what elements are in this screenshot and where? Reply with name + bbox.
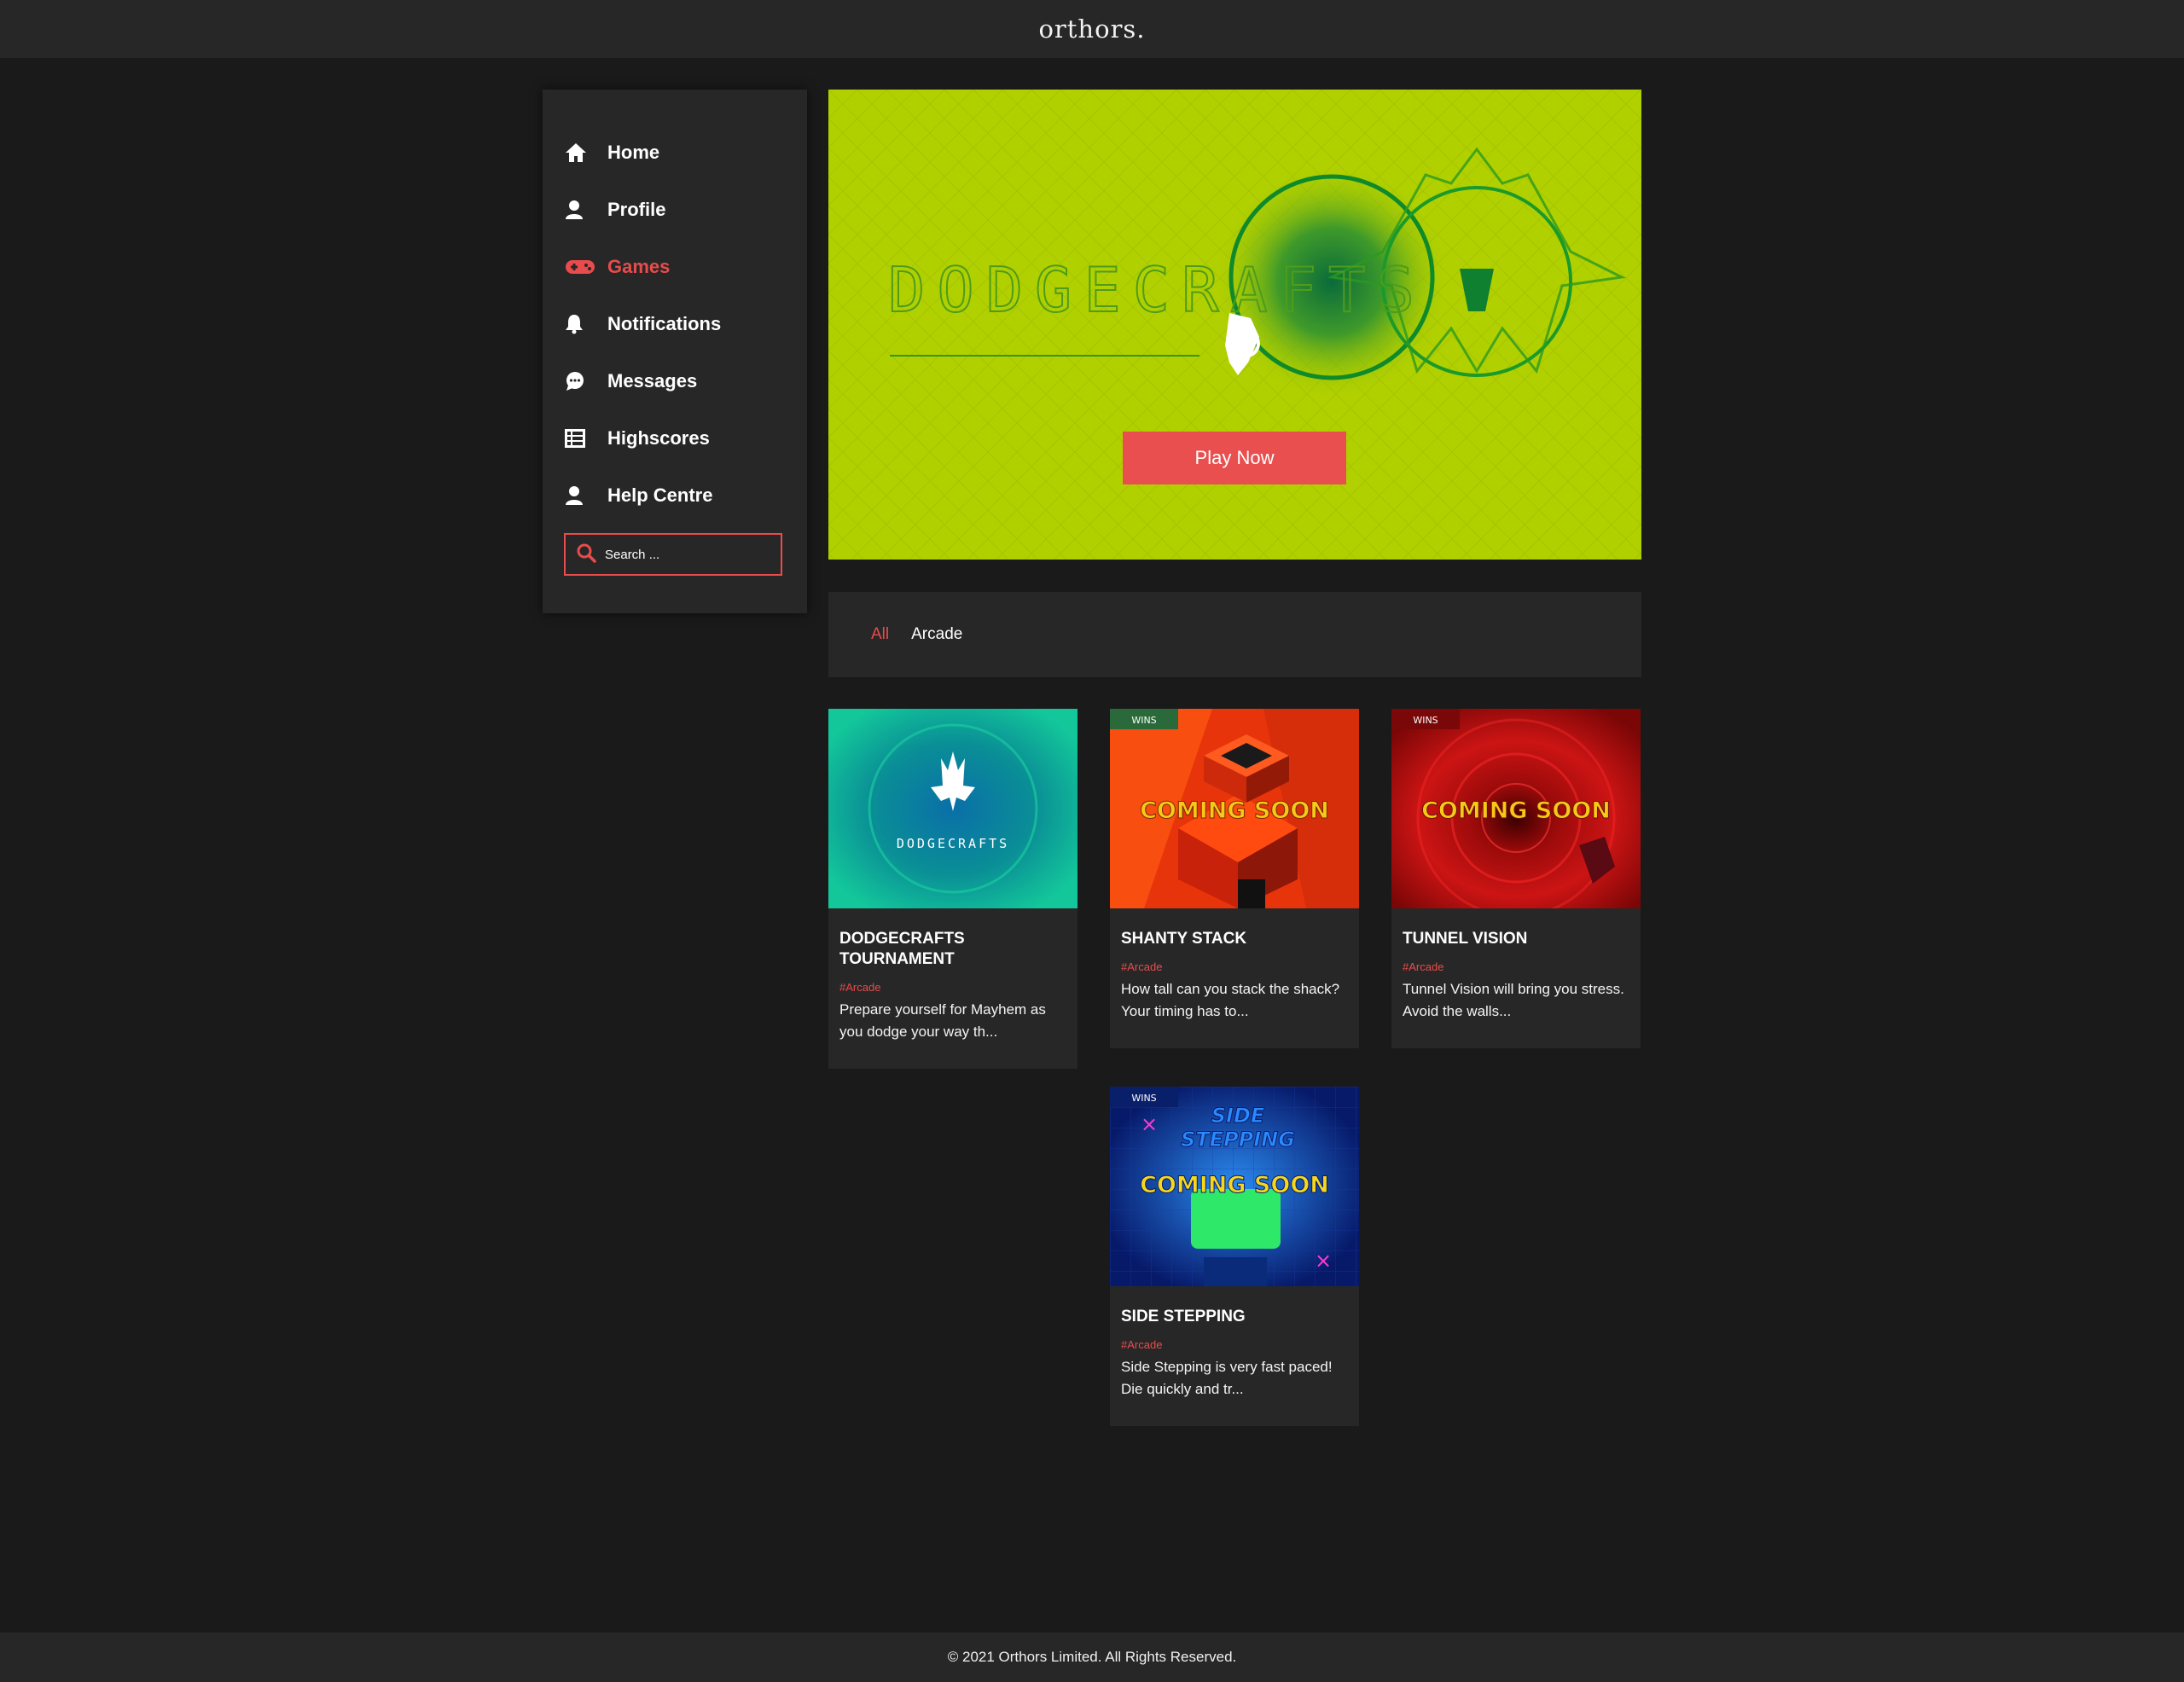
game-card-dodgecrafts[interactable]: DODGECRAFTS DODGECRAFTS TOURNAMENT #Arca…	[828, 709, 1077, 1069]
gamepad-icon	[565, 254, 599, 280]
badge-wins: WINS	[1413, 715, 1438, 726]
sidebar: Home Profile Games Notifications Message…	[543, 90, 807, 613]
sidebar-item-profile[interactable]: Profile	[543, 181, 807, 238]
game-card-tunnel-vision[interactable]: WINS COMING SOON TUNNEL VISION #Arcade T…	[1391, 709, 1641, 1048]
sidebar-item-label: Messages	[607, 369, 698, 392]
game-card-shanty-stack[interactable]: WINS COMING SOON SHANTY STACK #Arcade Ho…	[1110, 709, 1359, 1048]
sidebar-item-label: Home	[607, 141, 660, 163]
game-tag[interactable]: #Arcade	[1121, 960, 1348, 973]
coming-soon-text: COMING SOON	[1140, 798, 1329, 824]
game-thumbnail[interactable]: WINS COMING SOON	[1391, 709, 1641, 908]
sidebar-item-label: Help Centre	[607, 484, 713, 506]
filter-bar: All Arcade	[828, 592, 1641, 677]
game-title[interactable]: SIDE STEPPING	[1121, 1307, 1348, 1327]
game-title[interactable]: SHANTY STACK	[1121, 929, 1348, 949]
top-bar: orthors.	[0, 0, 2184, 58]
game-description: Prepare yourself for Mayhem as you dodge…	[839, 1001, 1046, 1040]
game-description: Tunnel Vision will bring you stress. Avo…	[1403, 981, 1624, 1019]
thumb-title-line-2: STEPPING	[1181, 1128, 1295, 1151]
coming-soon-text: COMING SOON	[1421, 798, 1611, 824]
game-description: Side Stepping is very fast paced! Die qu…	[1121, 1359, 1333, 1397]
thumb-title-line-1: SIDE	[1211, 1104, 1265, 1128]
filter-all[interactable]: All	[871, 625, 889, 644]
sidebar-item-label: Highscores	[607, 426, 710, 449]
game-tag[interactable]: #Arcade	[839, 981, 1066, 994]
brand-logo[interactable]: orthors.	[1038, 14, 1145, 44]
search-box[interactable]	[564, 533, 782, 576]
filter-arcade[interactable]: Arcade	[911, 625, 962, 644]
user-icon	[565, 197, 599, 223]
game-title[interactable]: DODGECRAFTS TOURNAMENT	[839, 929, 1066, 970]
badge-wins: WINS	[1131, 715, 1156, 726]
game-description: How tall can you stack the shack? Your t…	[1121, 981, 1340, 1019]
footer: © 2021 Orthors Limited. All Rights Reser…	[0, 1633, 2184, 1682]
game-thumbnail[interactable]: WINS COMING SOON	[1110, 709, 1359, 908]
copyright-text: © 2021 Orthors Limited. All Rights Reser…	[947, 1649, 1237, 1665]
game-tag[interactable]: #Arcade	[1403, 960, 1629, 973]
hero-artwork: DODGECRAFTS	[828, 90, 1641, 560]
table-icon	[565, 426, 599, 451]
sidebar-item-highscores[interactable]: Highscores	[543, 409, 807, 467]
game-tag[interactable]: #Arcade	[1121, 1338, 1348, 1351]
bell-icon	[565, 311, 599, 337]
sidebar-item-label: Notifications	[607, 312, 722, 334]
game-thumbnail[interactable]: DODGECRAFTS	[828, 709, 1077, 908]
svg-text:×: ×	[1141, 1112, 1158, 1136]
thumb-logo-text: DODGECRAFTS	[897, 836, 1009, 851]
search-input[interactable]	[605, 547, 767, 562]
badge-wins: WINS	[1131, 1093, 1156, 1104]
game-card-side-stepping[interactable]: × × WINS SIDE STEPPING COMING SOON SIDE …	[1110, 1087, 1359, 1426]
sidebar-item-help-centre[interactable]: Help Centre	[543, 467, 807, 524]
svg-text:×: ×	[1315, 1249, 1332, 1273]
sidebar-item-label: Games	[607, 255, 671, 277]
sidebar-item-messages[interactable]: Messages	[543, 352, 807, 409]
coming-soon-text: COMING SOON	[1140, 1172, 1329, 1198]
sidebar-item-notifications[interactable]: Notifications	[543, 295, 807, 352]
sidebar-item-games[interactable]: Games	[543, 238, 807, 295]
game-thumbnail[interactable]: × × WINS SIDE STEPPING COMING SOON	[1110, 1087, 1359, 1286]
home-icon	[565, 140, 599, 165]
hero-banner: DODGECRAFTS Play Now	[828, 90, 1641, 560]
game-title[interactable]: TUNNEL VISION	[1403, 929, 1629, 949]
sidebar-item-label: Profile	[607, 198, 666, 220]
play-now-button[interactable]: Play Now	[1123, 432, 1346, 484]
user-icon	[565, 483, 599, 508]
sidebar-item-home[interactable]: Home	[543, 124, 807, 181]
hero-logo-text: DODGECRAFTS	[888, 254, 1426, 326]
chat-icon	[565, 368, 599, 394]
search-icon[interactable]	[576, 542, 596, 567]
